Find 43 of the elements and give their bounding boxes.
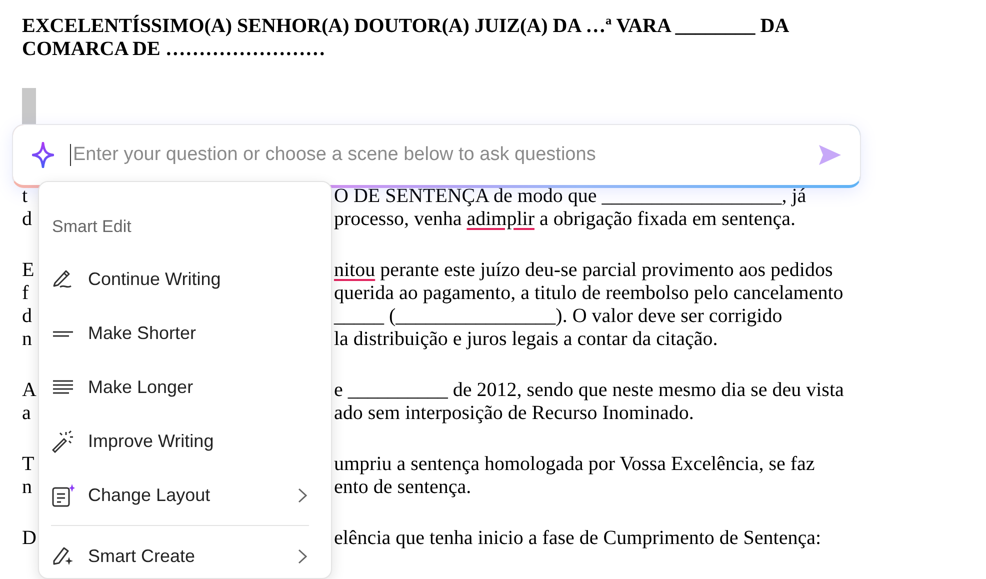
chevron-right-icon [298, 548, 307, 564]
menu-item[interactable]: Change Layout [51, 468, 309, 522]
text-fragment: D [22, 527, 36, 550]
text-fragment: A [22, 379, 36, 402]
text-line: querida ao pagamento, a titulo de reembolso pelo cancelamento [334, 282, 844, 305]
text-line: la distribuição e juros legais a contar da citação. [334, 328, 718, 351]
text-fragment: f [22, 282, 29, 305]
text-line: _____ (________________). O valor deve ser corrigido [334, 305, 782, 328]
text-fragment: t [22, 185, 28, 208]
ask-box[interactable]: Enter your question or choose a scene below to ask questions [12, 124, 861, 188]
menu-item[interactable]: Continue Writing [51, 252, 309, 306]
menu-item[interactable]: Improve Writing [51, 414, 309, 468]
pen-icon [53, 269, 73, 289]
text-cursor-block [22, 88, 36, 125]
menu-item[interactable]: Smart Create [51, 525, 309, 578]
text-fragment: a [22, 402, 31, 425]
text-line: nitou perante este juízo deu-se parcial provimento aos pedidos [334, 259, 833, 282]
pen-sparkle-icon [52, 546, 74, 566]
text-fragment: n [22, 328, 32, 351]
short-lines-icon [52, 330, 74, 336]
text-fragment: n [22, 476, 32, 499]
magic-wand-icon [52, 430, 74, 452]
layout-icon [52, 484, 74, 506]
question-input[interactable]: Enter your question or choose a scene below to ask questions [70, 144, 818, 166]
sparkle-icon [32, 142, 54, 168]
text-line: e __________ de 2012, sendo que neste mesmo dia se deu vista [334, 379, 844, 402]
text-line: ado sem interposição de Recurso Inominado. [334, 402, 694, 425]
send-icon[interactable] [818, 144, 842, 166]
text-line: elência que tenha inicio a fase de Cumprimento de Sentença: [334, 527, 822, 550]
menu-item[interactable]: Make Longer [51, 360, 309, 414]
text-line: O DE SENTENÇA de modo que __________________, já [334, 185, 806, 208]
text-fragment: d [22, 305, 32, 328]
text-fragment: T [22, 453, 34, 476]
menu-header: Smart Edit [52, 216, 132, 238]
text-line: umpriu a sentença homologada por Vossa Excelência, se faz [334, 453, 815, 476]
text-fragment: d [22, 208, 32, 231]
text-line: processo, venha adimplir a obrigação fixada em sentença. [334, 208, 796, 231]
lines-icon [52, 380, 74, 394]
document-heading: EXCELENTÍSSIMO(A) SENHOR(A) DOUTOR(A) JUIZ(A) DA …ª VARA ________ DA COMARCA DE …………………… [22, 15, 790, 61]
menu-item[interactable]: Make Shorter [51, 306, 309, 360]
text-line: ento de sentença. [334, 476, 472, 499]
text-fragment: E [22, 259, 34, 282]
chevron-right-icon [298, 488, 307, 502]
